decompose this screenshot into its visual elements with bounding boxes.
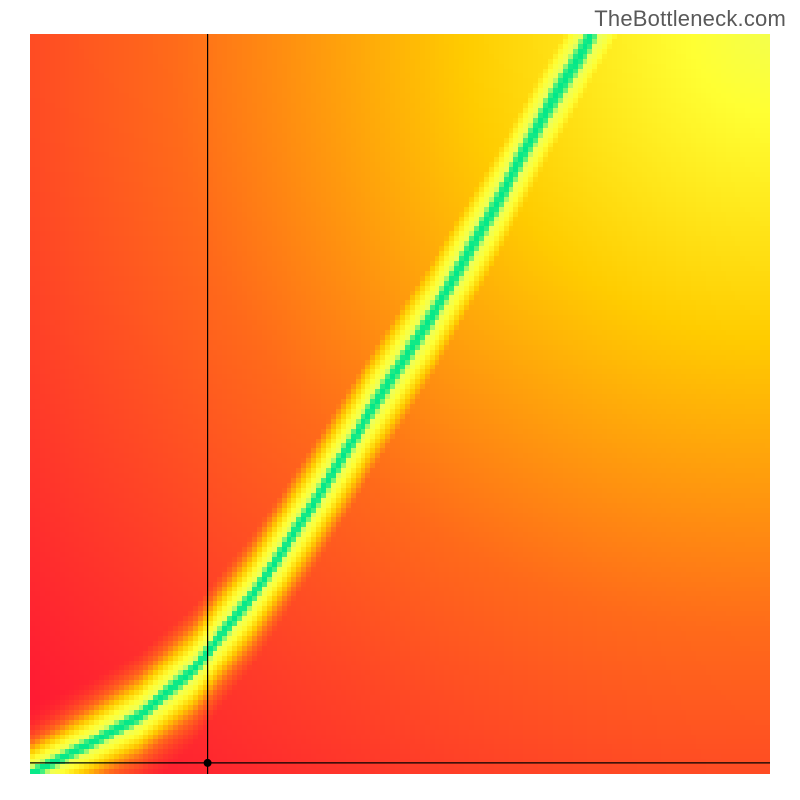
chart-container: TheBottleneck.com [0, 0, 800, 800]
bottleneck-heatmap [30, 34, 770, 774]
plot-frame [30, 34, 770, 774]
attribution-label: TheBottleneck.com [594, 6, 786, 32]
